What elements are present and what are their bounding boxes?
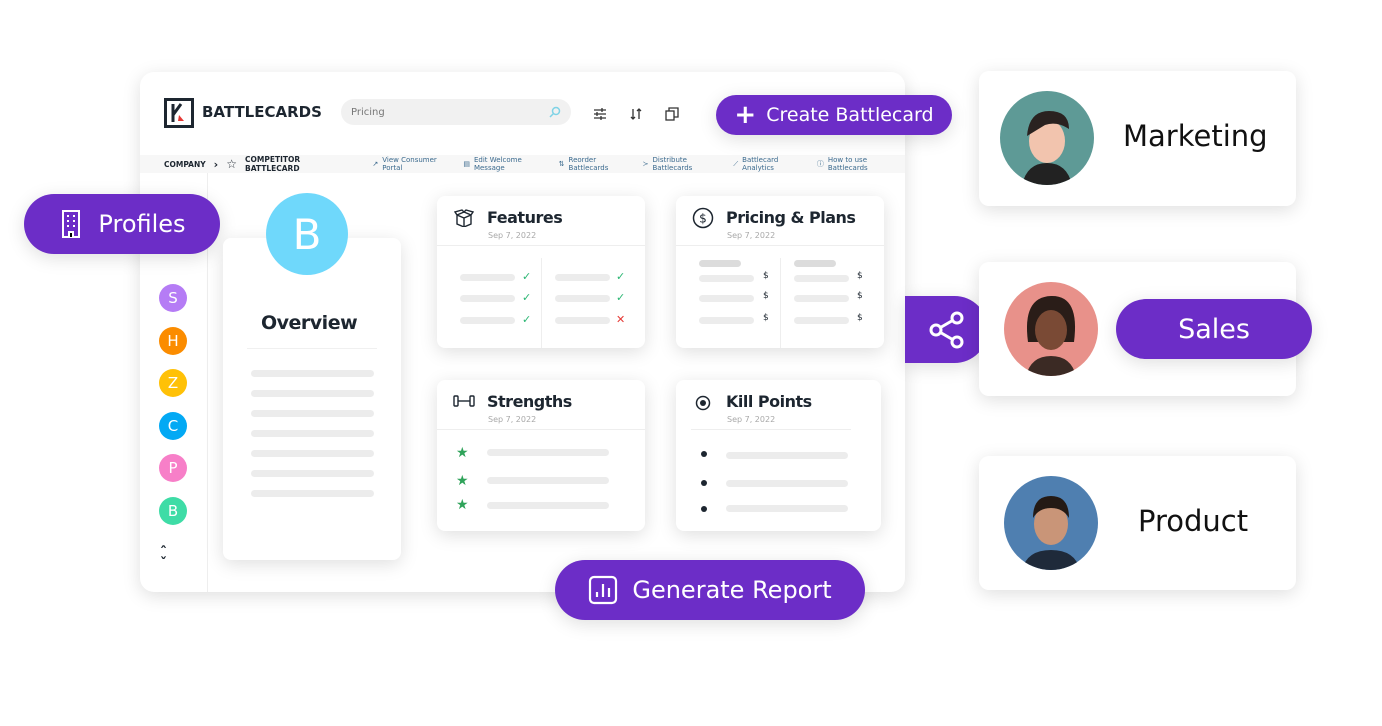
analytics-icon: ⟋ xyxy=(733,159,739,168)
bullet-icon xyxy=(701,506,707,512)
message-icon: ▤ xyxy=(463,160,470,168)
sidebar-item-z[interactable]: Z xyxy=(159,369,187,397)
dumbbell-icon xyxy=(453,395,475,407)
sales-button[interactable]: Sales xyxy=(1116,299,1312,359)
external-link-icon: ↗ xyxy=(372,160,379,168)
target-icon xyxy=(695,395,711,411)
edit-welcome-message-link[interactable]: ▤ Edit Welcome Message xyxy=(463,156,550,172)
sidebar-item-p[interactable]: P xyxy=(159,454,187,482)
features-card[interactable]: Features Sep 7, 2022 ✓ ✓ ✓ ✓ ✓ ✕ xyxy=(437,196,645,348)
distribute-icon: ≻ xyxy=(642,160,649,168)
view-consumer-portal-link[interactable]: ↗ View Consumer Portal xyxy=(372,156,455,172)
building-icon xyxy=(62,210,81,238)
scroll-chevrons-icon[interactable]: ˆˇ xyxy=(160,546,167,571)
chevron-right-icon: › xyxy=(213,157,219,171)
check-icon: ✓ xyxy=(522,291,532,304)
cross-icon: ✕ xyxy=(616,313,626,326)
search-input[interactable]: Pricing xyxy=(341,99,571,125)
app-title: BATTLECARDS xyxy=(202,103,322,121)
dollar-circle-icon: $ xyxy=(692,207,714,229)
check-icon: ✓ xyxy=(616,270,626,283)
overview-avatar: B xyxy=(266,193,348,275)
star-icon: ★ xyxy=(456,473,469,489)
product-card[interactable]: Product xyxy=(979,456,1296,590)
reorder-icon: ⇅ xyxy=(558,160,565,168)
share-button[interactable] xyxy=(905,296,988,363)
report-chart-icon xyxy=(589,575,618,605)
bullet-icon xyxy=(701,451,707,457)
strengths-card[interactable]: Strengths Sep 7, 2022 ★ ★ ★ xyxy=(437,380,645,531)
avatar xyxy=(1004,476,1098,570)
sidebar-item-s[interactable]: S xyxy=(159,284,187,312)
star-icon: ★ xyxy=(456,445,469,461)
profiles-button[interactable]: Profiles xyxy=(24,194,220,254)
avatar xyxy=(1000,91,1094,185)
help-icon: ⓘ xyxy=(816,160,824,168)
pricing-card[interactable]: $ Pricing & Plans Sep 7, 2022 $ $ $ $ $ … xyxy=(676,196,884,348)
plus-icon: + xyxy=(734,100,757,130)
distribute-battlecards-link[interactable]: ≻ Distribute Battlecards xyxy=(643,156,726,172)
sort-icon[interactable] xyxy=(629,107,643,121)
check-icon: ✓ xyxy=(522,313,532,326)
sidebar-item-h[interactable]: H xyxy=(159,326,187,355)
search-value: Pricing xyxy=(351,106,385,118)
create-battlecard-button[interactable]: + Create Battlecard xyxy=(716,95,952,135)
battlecard-analytics-link[interactable]: ⟋ Battlecard Analytics xyxy=(733,156,809,172)
marketing-card[interactable]: Marketing xyxy=(979,71,1296,206)
reorder-battlecards-link[interactable]: ⇅ Reorder Battlecards xyxy=(559,156,635,172)
star-icon: ★ xyxy=(456,497,469,513)
breadcrumb-company[interactable]: COMPANY xyxy=(164,160,206,169)
overview-card[interactable]: Overview xyxy=(223,238,401,560)
sidebar-item-b[interactable]: B xyxy=(159,496,187,525)
box-icon xyxy=(454,209,474,227)
check-icon: ✓ xyxy=(522,270,532,283)
kill-points-card[interactable]: Kill Points Sep 7, 2022 xyxy=(676,380,881,531)
bullet-icon xyxy=(701,480,707,486)
avatar xyxy=(1004,282,1098,376)
share-icon xyxy=(929,311,963,348)
overview-title: Overview xyxy=(261,312,358,334)
star-icon[interactable]: ☆ xyxy=(226,157,237,171)
filter-icon[interactable] xyxy=(593,107,607,121)
copy-icon[interactable] xyxy=(665,107,679,121)
generate-report-button[interactable]: Generate Report xyxy=(555,560,865,620)
how-to-use-link[interactable]: ⓘ How to use Battlecards xyxy=(817,156,905,172)
breadcrumb: COMPANY › ☆ COMPETITOR BATTLECARD ↗ View … xyxy=(140,155,905,173)
search-icon xyxy=(549,106,561,118)
check-icon: ✓ xyxy=(616,291,626,304)
sidebar-item-c[interactable]: C xyxy=(159,411,187,440)
logo xyxy=(164,98,194,128)
svg-text:$: $ xyxy=(699,212,707,226)
breadcrumb-current: COMPETITOR BATTLECARD xyxy=(244,155,301,173)
